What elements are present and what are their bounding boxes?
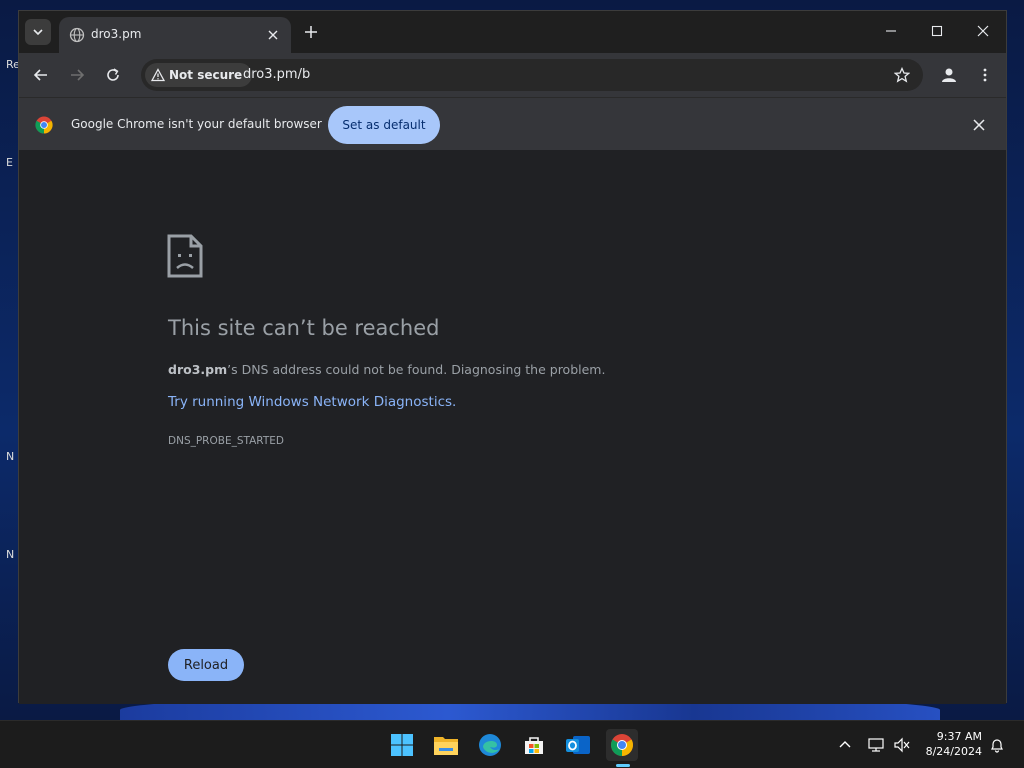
back-button[interactable] — [27, 61, 55, 89]
new-tab-button[interactable] — [299, 20, 323, 44]
clock-time: 9:37 AM — [936, 730, 982, 743]
notifications-button[interactable] — [987, 735, 1007, 755]
edge-icon — [479, 734, 501, 756]
tab-search-button[interactable] — [25, 19, 51, 45]
security-label: Not secure — [169, 68, 243, 82]
start-icon — [391, 734, 413, 756]
sad-document-icon — [167, 234, 203, 278]
default-browser-infobar: Google Chrome isn't your default browser… — [19, 97, 1006, 150]
error-title: This site can’t be reached — [168, 316, 440, 340]
address-bar[interactable]: Not secure dro3.pm/b — [141, 59, 923, 91]
star-icon — [894, 67, 910, 83]
network-tray-button[interactable] — [866, 735, 886, 755]
warning-icon — [151, 68, 165, 82]
url-text[interactable]: dro3.pm/b — [243, 67, 310, 82]
reload-button[interactable]: Reload — [168, 649, 244, 681]
desktop-icon-label[interactable]: N — [6, 450, 14, 463]
outlook-icon — [566, 736, 590, 754]
close-icon — [973, 119, 985, 131]
bookmark-button[interactable] — [891, 64, 913, 86]
error-domain: dro3.pm — [168, 362, 228, 377]
show-hidden-icons-button[interactable] — [835, 735, 855, 755]
plus-icon — [305, 26, 317, 38]
chevron-down-icon — [33, 29, 43, 36]
close-icon — [977, 25, 989, 37]
error-code: DNS_PROBE_STARTED — [168, 435, 284, 447]
store-button[interactable] — [518, 729, 550, 761]
chrome-taskbar-button[interactable] — [606, 729, 638, 761]
volume-muted-icon — [894, 737, 910, 753]
maximize-button[interactable] — [917, 17, 957, 45]
menu-button[interactable] — [971, 61, 999, 89]
window-close-button[interactable] — [963, 17, 1003, 45]
volume-tray-button[interactable] — [892, 735, 912, 755]
kebab-menu-icon — [983, 68, 987, 82]
browser-window: dro3.pm Not secure dro3.pm/b Google Chro… — [18, 10, 1007, 704]
reload-icon — [107, 68, 119, 81]
profile-icon — [942, 68, 956, 82]
store-icon — [525, 737, 543, 754]
maximize-icon — [931, 25, 943, 37]
reload-toolbar-button[interactable] — [99, 61, 127, 89]
tab-strip: dro3.pm — [19, 11, 1006, 53]
infobar-close-button[interactable] — [968, 114, 990, 136]
chevron-up-icon — [839, 741, 851, 748]
toolbar: Not secure dro3.pm/b — [19, 53, 1006, 97]
page-content: This site can’t be reached dro3.pm’s DNS… — [19, 150, 1006, 704]
outlook-button[interactable] — [562, 729, 594, 761]
network-diagnostics-link[interactable]: Try running Windows Network Diagnostics. — [168, 394, 456, 410]
tab-title: dro3.pm — [91, 27, 142, 41]
set-as-default-button[interactable]: Set as default — [328, 106, 440, 144]
start-button[interactable] — [386, 729, 418, 761]
clock-date: 8/24/2024 — [925, 745, 982, 758]
chrome-icon — [611, 734, 633, 756]
active-app-indicator — [616, 764, 630, 767]
taskbar-clock[interactable]: 9:37 AM 8/24/2024 — [918, 729, 982, 759]
desktop-icon-label[interactable]: N — [6, 548, 14, 561]
arrow-left-icon — [33, 69, 47, 81]
profile-button[interactable] — [935, 61, 963, 89]
active-tab[interactable]: dro3.pm — [59, 17, 291, 53]
tab-close-button[interactable] — [263, 25, 283, 45]
edge-button[interactable] — [474, 729, 506, 761]
arrow-right-icon — [71, 69, 85, 81]
network-icon — [868, 738, 884, 752]
security-chip[interactable]: Not secure — [145, 63, 253, 87]
error-description-text: ’s DNS address could not be found. Diagn… — [227, 362, 606, 377]
desktop-icon-label[interactable]: E — [6, 156, 13, 169]
file-explorer-icon — [434, 737, 458, 755]
bell-icon — [991, 739, 1003, 753]
taskbar: 9:37 AM 8/24/2024 — [0, 720, 1024, 768]
close-icon — [268, 30, 278, 40]
forward-button[interactable] — [63, 61, 91, 89]
infobar-message: Google Chrome isn't your default browser — [71, 117, 322, 131]
error-description: dro3.pm’s DNS address could not be found… — [168, 362, 605, 377]
minimize-icon — [886, 30, 896, 32]
globe-icon — [69, 27, 85, 43]
chrome-icon — [35, 116, 53, 134]
file-explorer-button[interactable] — [430, 729, 462, 761]
minimize-button[interactable] — [871, 17, 911, 45]
